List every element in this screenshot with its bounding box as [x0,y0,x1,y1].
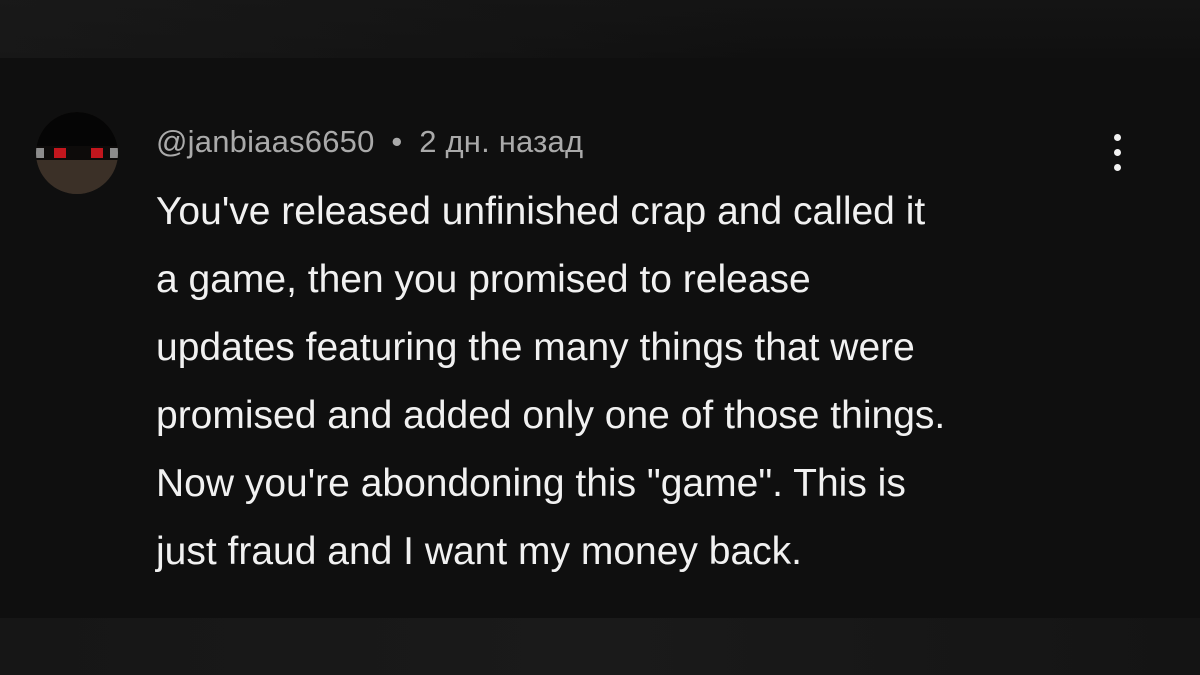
header-separator: • [391,124,403,159]
bottom-faded-band [0,618,1200,675]
pixel-avatar-icon[interactable] [36,112,118,194]
comment-header: @janbiaas6650 • 2 дн. назад [156,124,583,160]
avatar-eye-band [36,146,118,160]
top-faded-band [0,0,1200,58]
more-vertical-icon[interactable] [1106,130,1130,176]
comment-text: You've released unfinished crap and call… [156,190,946,573]
avatar-eye-left [54,148,66,158]
comment-timestamp[interactable]: 2 дн. назад [419,124,583,159]
menu-dot-middle [1114,149,1121,156]
avatar-edge-left [36,148,44,158]
screenshot-page: @janbiaas6650 • 2 дн. назад You've relea… [0,0,1200,675]
avatar-hood [36,112,118,146]
comment-author[interactable]: @janbiaas6650 [156,124,375,159]
avatar-eye-right [91,148,103,158]
avatar-edge-right [110,148,118,158]
menu-dot-top [1114,134,1121,141]
menu-dot-bottom [1114,164,1121,171]
top-faded-band-gradient [0,0,760,58]
